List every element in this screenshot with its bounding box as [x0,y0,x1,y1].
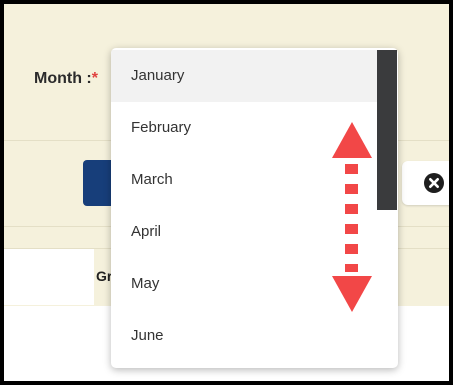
dropdown-scrollbar-thumb[interactable] [377,50,397,210]
required-marker: * [91,70,98,87]
double-headed-arrow-icon [332,122,372,312]
close-circle-icon [424,173,444,193]
month-label-text: Month : [34,70,92,87]
screenshot-frame: Month :* Gr January February March April… [0,0,453,385]
table-cell [4,249,94,305]
month-label: Month :* [34,70,98,88]
reset-button[interactable] [402,161,449,205]
dropdown-option-january[interactable]: January [111,50,377,102]
table-column-header: Gr [96,268,113,284]
